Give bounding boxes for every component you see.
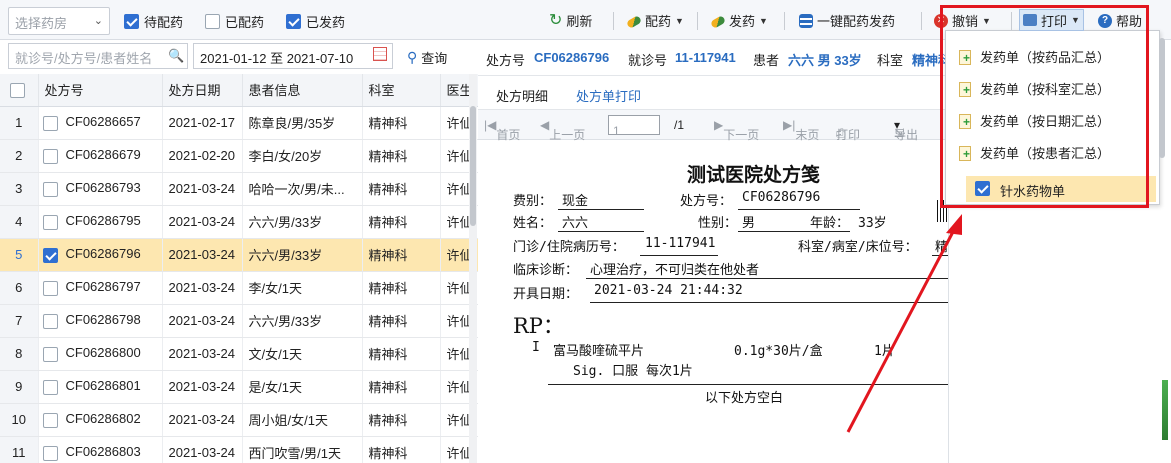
side-indicator — [1162, 380, 1168, 440]
arrow-head — [946, 214, 962, 235]
annotation-arrow — [846, 214, 962, 433]
arrow-shaft — [846, 227, 957, 433]
